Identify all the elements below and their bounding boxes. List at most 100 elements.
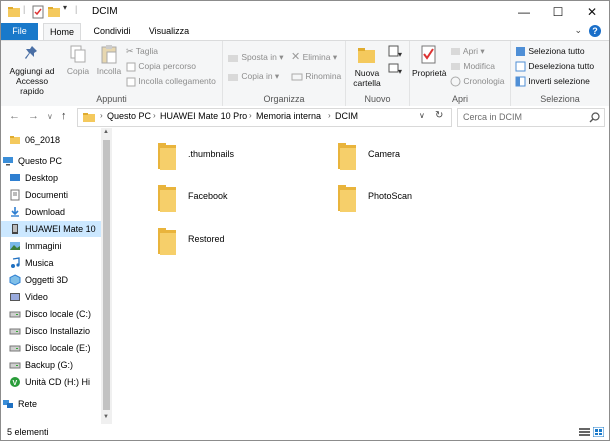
new-folder-quick-icon[interactable] — [47, 5, 61, 19]
close-button[interactable]: ✕ — [575, 1, 609, 23]
folder-icon — [158, 143, 176, 170]
select-none-button[interactable]: Deseleziona tutto — [515, 60, 594, 73]
nav-item-label: Desktop — [25, 173, 59, 183]
copy-to-button[interactable]: Copia in ▾ — [227, 70, 279, 83]
nav-item[interactable]: Disco locale (C:) — [1, 306, 101, 322]
rename-label: Rinomina — [305, 71, 342, 81]
refresh-icon[interactable]: ↻ — [435, 110, 443, 121]
copy-button[interactable]: Copia — [64, 44, 92, 76]
title-bar: | ▾ | DCIM — ☐ ✕ — [1, 1, 609, 23]
address-bar[interactable]: › Questo PC › HUAWEI Mate 10 Pro › Memor… — [77, 108, 452, 127]
drive-icon — [9, 362, 21, 369]
breadcrumb-dcim[interactable]: DCIM — [335, 111, 358, 121]
rename-icon — [291, 73, 303, 81]
pin-quick-access-button[interactable]: Aggiungi ad Accesso rapido — [4, 44, 60, 96]
nav-item[interactable]: Documenti — [1, 187, 101, 203]
folder-item[interactable]: Camera — [336, 141, 496, 171]
nav-item[interactable]: Disco locale (E:) — [1, 340, 101, 356]
nav-item-label: Immagini — [25, 241, 62, 251]
nav-item-label: Musica — [25, 258, 54, 268]
nav-item[interactable]: Download — [1, 204, 101, 220]
history-button[interactable]: Cronologia — [450, 75, 505, 88]
nav-item-label: Disco Installazio — [25, 326, 91, 336]
invert-selection-button[interactable]: Inverti selezione — [515, 75, 590, 88]
nav-item[interactable]: Video — [1, 289, 101, 305]
ribbon-collapse-icon[interactable]: ⌄ — [574, 25, 582, 36]
breadcrumb-questo-pc[interactable]: Questo PC — [107, 111, 151, 121]
open-label: Apri — [462, 46, 479, 56]
nav-scrollbar[interactable]: ▲ ▼ — [101, 128, 112, 424]
move-to-button[interactable]: Sposta in ▾ — [227, 51, 283, 64]
breadcrumb-huawei[interactable]: HUAWEI Mate 10 Pro — [160, 111, 247, 121]
recent-locations-icon[interactable]: ∨ — [47, 112, 53, 121]
nav-item[interactable]: Disco Installazio — [1, 323, 101, 339]
scissors-icon: ✂ — [126, 46, 134, 57]
search-box[interactable]: Cerca in DCIM — [457, 108, 605, 127]
paste-shortcut-button[interactable]: Incolla collegamento — [126, 75, 216, 88]
minimize-button[interactable]: — — [507, 1, 541, 23]
cut-button[interactable]: ✂ Taglia — [126, 45, 158, 58]
nav-item[interactable]: HUAWEI Mate 10 — [1, 221, 101, 237]
copy-path-button[interactable]: Copia percorso — [126, 60, 196, 73]
easy-access-icon[interactable]: ▾ — [388, 62, 404, 76]
address-dropdown-icon[interactable]: ∨ — [419, 111, 425, 120]
up-icon[interactable]: ↑ — [61, 110, 67, 122]
nav-item[interactable]: 06_2018 — [1, 132, 101, 148]
nav-item[interactable]: Questo PC — [1, 153, 101, 169]
scrollbar-thumb[interactable] — [103, 140, 110, 410]
properties-quick-icon[interactable] — [31, 5, 45, 19]
edit-button[interactable]: Modifica — [450, 60, 495, 73]
quick-access-dropdown-icon[interactable]: ▾ — [63, 3, 67, 17]
folder-item[interactable]: Facebook — [156, 183, 316, 213]
svg-text:▾: ▾ — [398, 67, 402, 76]
new-item-icon[interactable]: ▾ — [388, 45, 404, 59]
back-icon[interactable]: ← — [9, 110, 20, 122]
details-view-icon[interactable] — [579, 427, 590, 437]
properties-icon — [421, 45, 436, 64]
breadcrumb-memoria-interna[interactable]: Memoria interna — [256, 111, 321, 121]
help-button[interactable]: ? — [589, 25, 601, 37]
tab-visualizza[interactable]: Visualizza — [143, 23, 195, 40]
search-icon[interactable] — [589, 112, 600, 123]
nav-item[interactable]: Rete — [1, 396, 101, 412]
properties-button[interactable]: Proprietà — [412, 44, 447, 78]
paste-button[interactable]: Incolla — [94, 44, 124, 76]
file-list: .thumbnails Camera Facebook PhotoScan Restor… — [112, 128, 609, 424]
nav-item[interactable]: Musica — [1, 255, 101, 271]
desktop-icon — [10, 174, 20, 181]
item-count: 5 elementi — [7, 427, 49, 437]
nav-item[interactable]: Backup (G:) — [1, 357, 101, 373]
scroll-down-icon[interactable]: ▼ — [103, 414, 109, 420]
move-to-label: Sposta in — [241, 52, 277, 62]
new-folder-button[interactable]: Nuova cartella — [350, 44, 384, 88]
nav-item[interactable]: Immagini — [1, 238, 101, 254]
group-apri: Proprietà Apri ▾ Modifica Cronologia Apr… — [410, 41, 511, 106]
large-icons-view-icon[interactable] — [593, 427, 604, 437]
breadcrumb-separator: › — [249, 111, 252, 120]
select-all-button[interactable]: Seleziona tutto — [515, 45, 585, 58]
delete-button[interactable]: ✕ Elimina ▾ — [291, 51, 337, 64]
nav-item[interactable]: V Unità CD (H:) Hi — [1, 374, 101, 390]
copy-path-label: Copia percorso — [138, 61, 197, 71]
select-all-icon — [516, 47, 525, 57]
scroll-up-icon[interactable]: ▲ — [103, 129, 109, 135]
tab-home[interactable]: Home — [43, 23, 81, 41]
folder-item[interactable]: .thumbnails — [156, 141, 316, 171]
forward-icon[interactable]: → — [28, 110, 39, 122]
folder-item[interactable]: Restored — [156, 226, 316, 256]
maximize-button[interactable]: ☐ — [541, 1, 575, 23]
tab-file[interactable]: File — [1, 23, 38, 40]
folder-name: Restored — [188, 234, 225, 244]
folder-item[interactable]: PhotoScan — [336, 183, 496, 213]
folder-icon — [158, 228, 176, 255]
nav-item[interactable]: Oggetti 3D — [1, 272, 101, 288]
tab-condividi[interactable]: Condividi — [85, 23, 139, 40]
nav-item[interactable]: Desktop — [1, 170, 101, 186]
folder-name: .thumbnails — [188, 149, 235, 159]
group-label-appunti: Appunti — [96, 94, 127, 104]
separator: | — [23, 4, 26, 14]
new-folder-label: Nuova cartella — [353, 68, 381, 88]
group-seleziona: Seleziona tutto Deseleziona tutto Invert… — [511, 41, 609, 106]
rename-button[interactable]: Rinomina — [291, 70, 341, 83]
open-button[interactable]: Apri ▾ — [450, 45, 485, 58]
